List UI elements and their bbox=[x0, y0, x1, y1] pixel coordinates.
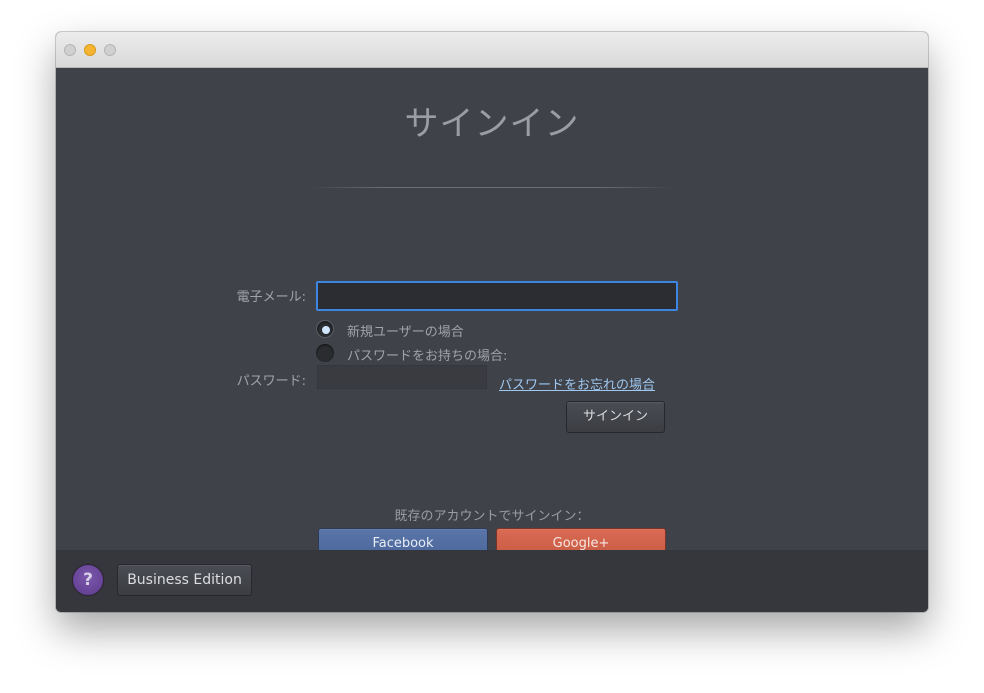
business-edition-button[interactable]: Business Edition bbox=[117, 564, 252, 596]
radio-existing-password-label[interactable]: パスワードをお持ちの場合: bbox=[347, 345, 507, 364]
forgot-password-link[interactable]: パスワードをお忘れの場合 bbox=[499, 374, 655, 393]
signin-panel: サインイン 電子メール: 新規ユーザーの場合 パスワードをお持ちの場合: パスワ… bbox=[56, 68, 928, 560]
title-bar bbox=[56, 32, 928, 68]
minimize-window-button[interactable] bbox=[84, 44, 96, 56]
email-input[interactable] bbox=[316, 281, 678, 311]
title-divider bbox=[311, 187, 673, 188]
footer-bar: ? Business Edition bbox=[56, 550, 928, 612]
app-window: サインイン 電子メール: 新規ユーザーの場合 パスワードをお持ちの場合: パスワ… bbox=[56, 32, 928, 612]
radio-new-user-label[interactable]: 新規ユーザーの場合 bbox=[347, 321, 464, 340]
email-label: 電子メール: bbox=[236, 290, 306, 305]
password-input[interactable] bbox=[317, 365, 487, 389]
maximize-window-button[interactable] bbox=[104, 44, 116, 56]
radio-existing-password[interactable] bbox=[316, 344, 334, 362]
password-label: パスワード: bbox=[236, 374, 306, 389]
page-title: サインイン bbox=[404, 104, 580, 144]
help-icon[interactable]: ? bbox=[72, 564, 104, 596]
radio-new-user[interactable] bbox=[316, 320, 334, 338]
close-window-button[interactable] bbox=[64, 44, 76, 56]
radio-selected-dot bbox=[322, 326, 330, 334]
signin-button[interactable]: サインイン bbox=[566, 401, 665, 433]
social-signin-label: 既存のアカウントでサインイン： bbox=[394, 509, 590, 524]
